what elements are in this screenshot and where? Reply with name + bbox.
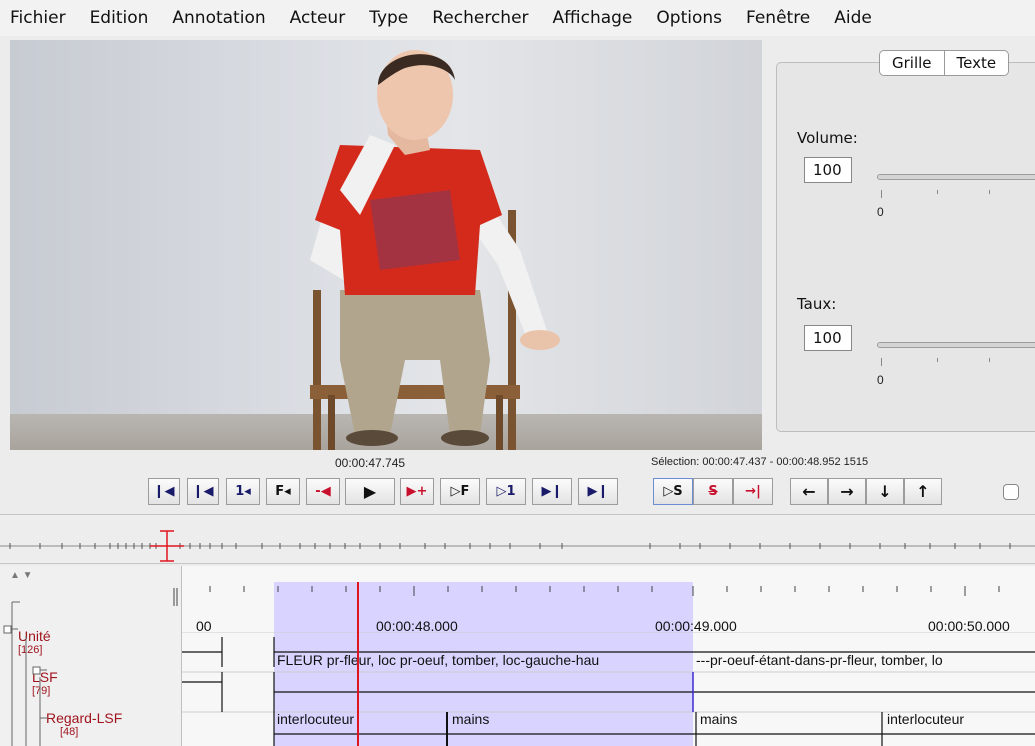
video-viewer[interactable] bbox=[10, 40, 762, 450]
playhead-marker[interactable] bbox=[150, 530, 184, 562]
play-button[interactable]: ▶ bbox=[345, 478, 395, 505]
options-checkbox[interactable] bbox=[1003, 484, 1019, 500]
next-f-button[interactable]: ▷F bbox=[440, 478, 480, 505]
annotation-timeline[interactable]: ▲ ▼ Unité [126] LSF [79] Regard-LSF [48] bbox=[0, 566, 1035, 746]
menu-acteur[interactable]: Acteur bbox=[290, 8, 346, 28]
annotation-regard-4[interactable]: interlocuteur bbox=[887, 711, 964, 727]
skip-end-icon: ▶❙ bbox=[587, 484, 609, 499]
menu-type[interactable]: Type bbox=[369, 8, 408, 28]
f-back-icon: F◂ bbox=[275, 484, 291, 499]
video-child-figure bbox=[310, 50, 560, 450]
step-forward-icon: ▶❙ bbox=[541, 484, 563, 499]
volume-tick bbox=[937, 190, 938, 194]
volume-field[interactable]: 100 bbox=[804, 157, 852, 183]
tab-grille[interactable]: Grille bbox=[880, 51, 944, 75]
rate-tick bbox=[881, 358, 882, 366]
selection-boundary-button[interactable]: →| bbox=[733, 478, 773, 505]
previous-second-button[interactable]: ❙◀ bbox=[187, 478, 219, 505]
tier-name-panel: ▲ ▼ Unité [126] LSF [79] Regard-LSF [48] bbox=[0, 566, 182, 746]
tier-tree-lines bbox=[3, 588, 178, 746]
media-control-panel: Grille Texte Volume: 100 0 Taux: 100 0 bbox=[776, 50, 1035, 432]
menu-aide[interactable]: Aide bbox=[834, 8, 872, 28]
boundary-icon: →| bbox=[745, 484, 761, 499]
arrow-up-icon: ↑ bbox=[916, 482, 930, 501]
skip-begin-icon: ❙◀ bbox=[153, 484, 175, 499]
menu-edition[interactable]: Edition bbox=[90, 8, 149, 28]
pixel-back-icon: -◀ bbox=[315, 484, 331, 499]
volume-slider[interactable] bbox=[877, 174, 1035, 180]
step-back-icon: ❙◀ bbox=[192, 484, 214, 499]
rate-tick bbox=[989, 358, 990, 362]
next-pixel-button[interactable]: ▶+ bbox=[400, 478, 434, 505]
volume-min-label: 0 bbox=[877, 205, 884, 219]
tab-texte[interactable]: Texte bbox=[943, 51, 1009, 75]
volume-tick bbox=[989, 190, 990, 194]
playhead-crosshair[interactable] bbox=[357, 582, 359, 746]
menu-affichage[interactable]: Affichage bbox=[553, 8, 633, 28]
annotation-lsf-1[interactable]: FLEUR pr-fleur, loc pr-oeuf, tomber, loc… bbox=[277, 652, 692, 668]
volume-label: Volume: bbox=[797, 129, 858, 147]
time-ruler[interactable] bbox=[182, 566, 1035, 616]
one-forward-icon: ▷1 bbox=[496, 484, 516, 499]
arrow-down-icon: ↓ bbox=[878, 482, 892, 501]
play-selection-button[interactable]: ▷S bbox=[653, 478, 693, 505]
play-icon: ▶ bbox=[363, 482, 377, 501]
play-selection-icon: ▷S bbox=[663, 484, 683, 499]
pixel-forward-icon: ▶+ bbox=[406, 484, 428, 499]
menu-options[interactable]: Options bbox=[656, 8, 722, 28]
left-arrow-button[interactable]: ← bbox=[790, 478, 828, 505]
right-arrow-button[interactable]: → bbox=[828, 478, 866, 505]
menu-bar: Fichier Edition Annotation Acteur Type R… bbox=[0, 0, 1035, 36]
selection-info: Sélection: 00:00:47.437 - 00:00:48.952 1… bbox=[651, 456, 869, 468]
clear-selection-button[interactable]: S bbox=[693, 478, 733, 505]
next-frame-button[interactable]: ▷1 bbox=[486, 478, 526, 505]
tier-rows bbox=[182, 632, 1035, 746]
arrow-right-icon: → bbox=[840, 482, 854, 501]
clear-selection-icon: S bbox=[708, 484, 718, 499]
rate-min-label: 0 bbox=[877, 373, 884, 387]
down-arrow-button[interactable]: ↓ bbox=[866, 478, 904, 505]
rate-field[interactable]: 100 bbox=[804, 325, 852, 351]
annotation-regard-1[interactable]: interlocuteur bbox=[277, 711, 354, 727]
arrow-left-icon: ← bbox=[802, 482, 816, 501]
rate-slider[interactable] bbox=[877, 342, 1035, 348]
menu-annotation[interactable]: Annotation bbox=[172, 8, 265, 28]
media-time: 00:00:47.745 bbox=[335, 456, 406, 470]
menu-fichier[interactable]: Fichier bbox=[10, 8, 66, 28]
annotation-regard-3[interactable]: mains bbox=[700, 711, 737, 727]
overview-ticks bbox=[0, 530, 1035, 562]
menu-rechercher[interactable]: Rechercher bbox=[432, 8, 528, 28]
up-arrow-button[interactable]: ↑ bbox=[904, 478, 942, 505]
menu-fenetre[interactable]: Fenêtre bbox=[746, 8, 810, 28]
rate-label: Taux: bbox=[797, 295, 837, 313]
go-to-end-button[interactable]: ▶❙ bbox=[578, 478, 618, 505]
next-second-button[interactable]: ▶❙ bbox=[532, 478, 572, 505]
overview-strip[interactable] bbox=[0, 514, 1035, 564]
rate-tick bbox=[937, 358, 938, 362]
one-back-icon: 1◂ bbox=[235, 484, 251, 499]
panel-tab-group: Grille Texte bbox=[879, 50, 1010, 76]
annotation-lsf-2[interactable]: ---pr-oeuf-étant-dans-pr-fleur, tomber, … bbox=[696, 652, 1031, 668]
f-forward-icon: ▷F bbox=[450, 484, 470, 499]
volume-tick bbox=[881, 190, 882, 198]
previous-pixel-button[interactable]: -◀ bbox=[306, 478, 340, 505]
previous-frame-button[interactable]: 1◂ bbox=[226, 478, 260, 505]
previous-f-button[interactable]: F◂ bbox=[266, 478, 300, 505]
go-to-begin-button[interactable]: ❙◀ bbox=[148, 478, 180, 505]
annotation-regard-2[interactable]: mains bbox=[452, 711, 489, 727]
